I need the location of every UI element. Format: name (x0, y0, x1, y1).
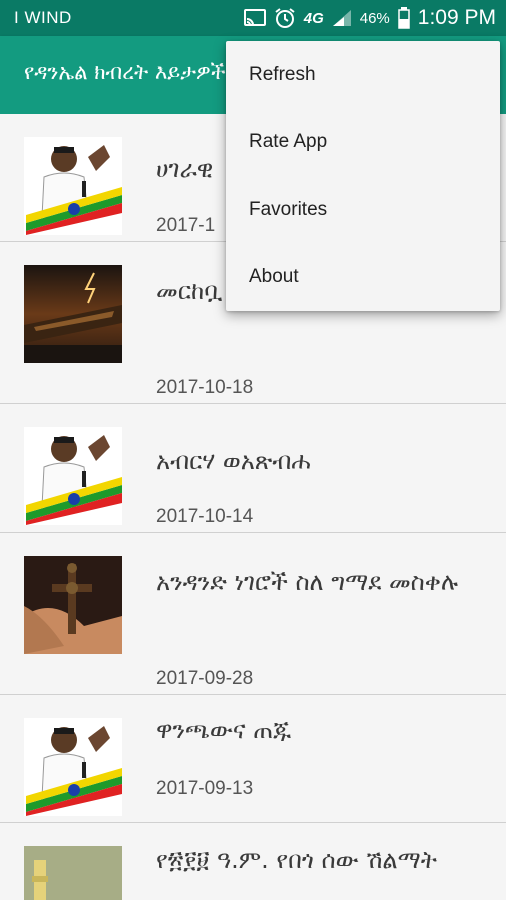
article-title: ዋንጫውና ጠጁ (156, 716, 292, 744)
article-title: አብርሃ ወአጽብሐ (156, 447, 311, 475)
article-thumbnail (24, 718, 122, 816)
overflow-menu: Refresh Rate App Favorites About (226, 41, 500, 311)
article-date: 2017-10-14 (156, 506, 254, 527)
clock: 1:09 PM (417, 6, 496, 29)
menu-item-refresh[interactable]: Refresh (226, 41, 500, 109)
article-date: 2017-09-13 (156, 778, 254, 799)
list-item[interactable]: አብርሃ ወአጽብሐ 2017-10-14 (0, 404, 506, 533)
article-thumbnail (24, 556, 122, 654)
list-item[interactable]: የ፳፻፱ ዓ.ም. የበጎ ሰው ሽልማት (0, 823, 506, 900)
menu-item-about[interactable]: About (226, 244, 500, 312)
status-icons: 4G 46% 1:09 PM (243, 6, 496, 30)
article-date: 2017-10-18 (156, 377, 254, 398)
signal-icon (332, 9, 352, 27)
article-title: አንዳንድ ነገሮች ስለ ግማደ መስቀሉ (156, 568, 459, 596)
list-item[interactable]: አንዳንድ ነገሮች ስለ ግማደ መስቀሉ 2017-09-28 (0, 533, 506, 695)
article-title: የ፳፻፱ ዓ.ም. የበጎ ሰው ሽልማት (156, 846, 437, 874)
menu-item-rate-app[interactable]: Rate App (226, 109, 500, 177)
status-bar: I WIND 4G 46% 1:09 PM (0, 0, 506, 36)
cast-icon (243, 9, 266, 27)
article-thumbnail (24, 846, 122, 900)
battery-percent: 46% (359, 9, 390, 27)
article-thumbnail (24, 427, 122, 525)
battery-icon (398, 7, 410, 29)
carrier-name: I WIND (14, 8, 72, 27)
article-thumbnail (24, 265, 122, 363)
menu-item-favorites[interactable]: Favorites (226, 176, 500, 244)
article-date: 2017-1 (156, 215, 216, 236)
article-thumbnail (24, 137, 122, 235)
alarm-icon (274, 7, 296, 29)
network-type: 4G (303, 9, 324, 27)
list-item[interactable]: ዋንጫውና ጠጁ 2017-09-13 (0, 695, 506, 823)
article-date: 2017-09-28 (156, 668, 254, 689)
